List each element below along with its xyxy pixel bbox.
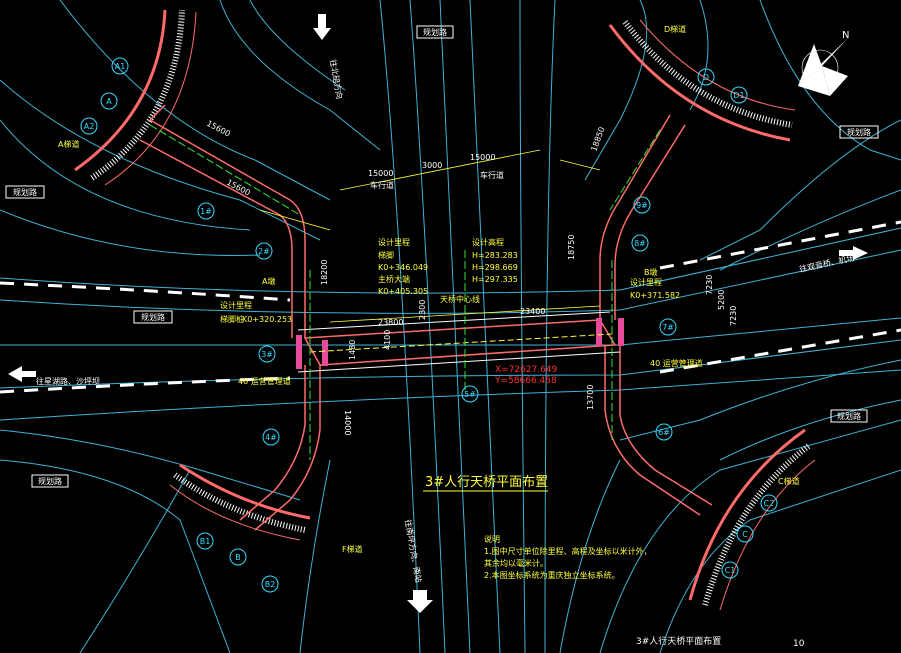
svg-text:设计里程: 设计里程 [220,300,252,310]
stair-c-label: C梯道 [778,476,800,486]
svg-text:车行道: 车行道 [480,170,504,180]
svg-text:14000: 14000 [343,410,352,435]
height-title: 设计高程 [472,237,504,247]
svg-text:15600: 15600 [225,178,252,198]
svg-text:设计里程: 设计里程 [630,277,662,287]
svg-text:2.本图坐标系统为重庆独立坐标系统。: 2.本图坐标系统为重庆独立坐标系统。 [484,570,620,580]
svg-text:15600: 15600 [205,119,232,139]
svg-text:C: C [742,530,748,539]
svg-text:18200: 18200 [320,260,329,285]
svg-text:A2: A2 [84,122,95,131]
svg-text:6#: 6# [658,428,670,437]
svg-text:13700: 13700 [586,385,595,410]
west-direction-arrow [8,366,36,382]
svg-text:A1: A1 [115,62,126,71]
mid-left-road-box: 规划路 [141,312,165,322]
svg-text:15000: 15000 [470,153,495,162]
svg-text:2300: 2300 [418,300,427,320]
to-west-text: 往星湖路、沙坪坝 [36,376,100,386]
stair-d-label: D梯道 [664,24,686,34]
sheet-number: 10 [793,639,805,649]
svg-text:5#: 5# [464,390,476,399]
lower-left-road-box: 规划路 [38,476,62,486]
svg-text:H=298.669: H=298.669 [472,263,518,272]
svg-text:B墩: B墩 [644,267,658,277]
svg-text:40 运营管理道: 40 运营管理道 [650,358,703,368]
svg-text:1.图中尺寸单位除里程、高程及坐标以米计外，: 1.图中尺寸单位除里程、高程及坐标以米计外， [484,546,652,556]
to-north-text: 往北碚方向 [328,59,345,100]
svg-text:9#: 9# [636,201,648,210]
svg-text:D1: D1 [733,91,744,100]
right-road-box: 规划路 [847,127,871,137]
svg-text:H=297.335: H=297.335 [472,275,518,284]
svg-text:2#: 2# [258,247,270,256]
to-east-text: 往观音桥、机场 [798,253,855,274]
svg-text:4100: 4100 [383,330,392,350]
svg-text:主桥大端: 主桥大端 [378,274,410,284]
lower-right-road-box: 规划路 [837,411,861,421]
north-label: N [842,30,849,41]
svg-text:A: A [106,97,112,106]
svg-text:K0+346.049: K0+346.049 [378,263,428,272]
general-notes: 说明 1.图中尺寸单位除里程、高程及坐标以米计外， 其余均以毫米计。 2.本图坐… [484,534,652,580]
coord-y: Y=58666.458 [494,376,557,386]
cad-drawing-canvas: N A1 A A2 1# 2# 3# 4# 5# 6# 7# 8# 9# D D… [0,0,901,653]
svg-text:B1: B1 [200,537,211,546]
svg-text:7#: 7# [662,323,674,332]
svg-text:天桥中心线: 天桥中心线 [440,294,480,304]
svg-text:D: D [703,73,709,82]
north-direction-arrow [313,14,331,40]
left-design-title: 设计里程 [378,237,410,247]
svg-text:K0+371.582: K0+371.582 [630,291,680,300]
notes-title: 说明 [484,534,500,544]
road-network [0,0,901,653]
stair-a-label: A梯道 [58,139,79,149]
svg-text:23400: 23400 [520,307,545,316]
north-arrow: N [798,30,849,96]
svg-text:其余均以毫米计。: 其余均以毫米计。 [484,558,548,568]
svg-text:C1: C1 [725,566,736,575]
svg-text:1#: 1# [200,207,212,216]
coordinates: X=72627.649 Y=58666.458 [494,365,558,386]
svg-text:A墩: A墩 [262,276,275,286]
drawing-title: 3#人行天桥平面布置 [425,475,548,490]
svg-text:18850: 18850 [589,126,606,153]
svg-text:1480: 1480 [348,340,357,360]
svg-text:车行道: 车行道 [370,180,394,190]
svg-text:7230: 7230 [729,306,738,326]
left-road-box: 规划路 [13,187,37,197]
svg-text:18750: 18750 [567,235,576,260]
svg-text:8#: 8# [634,239,646,248]
svg-text:3#: 3# [261,350,273,359]
svg-text:梯脚: 梯脚 [378,250,394,260]
coord-x: X=72627.649 [495,365,558,375]
svg-text:H=283.283: H=283.283 [472,251,518,260]
south-direction-arrow [407,590,433,613]
svg-text:C2: C2 [764,499,775,508]
svg-text:梯脚桩: 梯脚桩 [220,314,244,324]
svg-text:B: B [235,553,241,562]
footer-title: 3#人行天桥平面布置 [636,635,721,647]
svg-text:5200: 5200 [717,290,726,310]
stair-b-label: F梯道 [342,544,363,554]
svg-text:K0+405.305: K0+405.305 [378,287,428,296]
svg-text:15000: 15000 [368,169,393,178]
svg-text:40 运营管理道: 40 运营管理道 [238,376,291,386]
top-road-box: 规划路 [423,27,447,37]
svg-text:4#: 4# [265,433,277,442]
svg-text:23800: 23800 [378,318,403,327]
svg-text:K0+320.253: K0+320.253 [242,315,292,324]
svg-text:7230: 7230 [705,275,714,295]
to-south-text: 往南坪方向、南站 [403,519,424,584]
svg-text:3000: 3000 [422,161,442,170]
svg-text:B2: B2 [265,580,276,589]
